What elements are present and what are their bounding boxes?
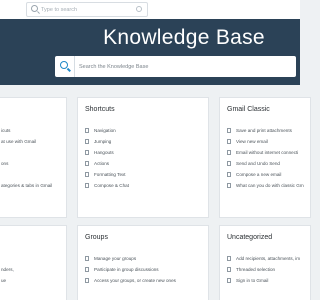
article-link[interactable]: Add recipients, attachments, im (227, 253, 300, 264)
category-card-groups: Groups Manage your groups Participate in… (77, 225, 209, 300)
category-card-shortcuts: Shortcuts Navigation Jumping Hangouts Ac… (77, 97, 209, 218)
document-icon (227, 256, 231, 261)
category-title[interactable]: Shortcuts (85, 106, 115, 113)
hero-banner: Knowledge Base (0, 19, 300, 85)
article-link[interactable]: Navigation (85, 125, 129, 136)
article-link[interactable]: ategories & tabs in Gmail (1, 180, 52, 191)
article-link[interactable]: at use with Gmail (1, 136, 52, 147)
article-list: Manage your groups Participate in group … (85, 253, 176, 286)
article-link[interactable] (1, 253, 14, 264)
article-link[interactable] (1, 147, 52, 158)
article-link[interactable]: View new email (227, 136, 304, 147)
article-link[interactable]: Access your groups, or create new ones (85, 275, 176, 286)
article-link[interactable]: Manage your groups (85, 253, 176, 264)
article-link[interactable]: icuts (1, 125, 52, 136)
article-link[interactable]: Compose & Chat (85, 180, 129, 191)
document-icon (85, 150, 89, 155)
article-link[interactable]: Save and print attachments (227, 125, 304, 136)
top-search-input[interactable] (41, 4, 133, 15)
article-link[interactable]: Email without internet connecti (227, 147, 304, 158)
article-link[interactable]: Threaded selection (227, 264, 300, 275)
top-search-bar (0, 0, 300, 19)
article-list: Save and print attachments View new emai… (227, 125, 304, 191)
document-icon (227, 161, 231, 166)
article-link[interactable]: nders, (1, 264, 14, 275)
article-link[interactable]: What can you do with classic Gm (227, 180, 304, 191)
document-icon (85, 278, 89, 283)
document-icon (85, 128, 89, 133)
category-card-gmail-classic: Gmail Classic Save and print attachments… (219, 97, 311, 218)
article-link[interactable] (1, 169, 52, 180)
article-link[interactable]: Compose a new email (227, 169, 304, 180)
article-list: icuts at use with Gmail ons ategories & … (1, 125, 52, 191)
article-link[interactable]: Actions (85, 158, 129, 169)
article-list: Navigation Jumping Hangouts Actions Form… (85, 125, 129, 191)
document-icon (227, 128, 231, 133)
document-icon (85, 267, 89, 272)
search-icon (60, 61, 68, 69)
document-icon (85, 139, 89, 144)
document-icon (227, 139, 231, 144)
document-icon (85, 256, 89, 261)
clear-search-icon[interactable] (136, 6, 142, 12)
search-button[interactable] (55, 56, 75, 77)
page-title: Knowledge Base (103, 26, 265, 49)
article-list: nders, ue (1, 253, 14, 286)
category-card-uncategorized: Uncategorized Add recipients, attachment… (219, 225, 311, 300)
category-card-1: icuts at use with Gmail ons ategories & … (0, 97, 67, 218)
document-icon (227, 267, 231, 272)
knowledge-base-search (55, 56, 296, 77)
article-list: Add recipients, attachments, im Threaded… (227, 253, 300, 286)
document-icon (85, 172, 89, 177)
search-icon (31, 5, 38, 12)
article-link[interactable]: ons (1, 158, 52, 169)
document-icon (227, 278, 231, 283)
document-icon (227, 172, 231, 177)
top-search-box[interactable] (26, 2, 148, 17)
knowledge-base-search-input[interactable] (79, 61, 289, 72)
category-card-4: nders, ue (0, 225, 67, 300)
document-icon (227, 183, 231, 188)
article-link[interactable]: Send and Undo Send (227, 158, 304, 169)
article-link[interactable]: Hangouts (85, 147, 129, 158)
article-link[interactable]: Jumping (85, 136, 129, 147)
article-link[interactable]: ue (1, 275, 14, 286)
article-link[interactable]: Sign in to Gmail (227, 275, 300, 286)
category-title[interactable]: Gmail Classic (227, 106, 270, 113)
document-icon (85, 161, 89, 166)
document-icon (227, 150, 231, 155)
document-icon (85, 183, 89, 188)
category-title[interactable]: Groups (85, 234, 108, 241)
article-link[interactable]: Formatting Text (85, 169, 129, 180)
article-link[interactable]: Participate in group discussions (85, 264, 176, 275)
category-title[interactable]: Uncategorized (227, 234, 272, 241)
